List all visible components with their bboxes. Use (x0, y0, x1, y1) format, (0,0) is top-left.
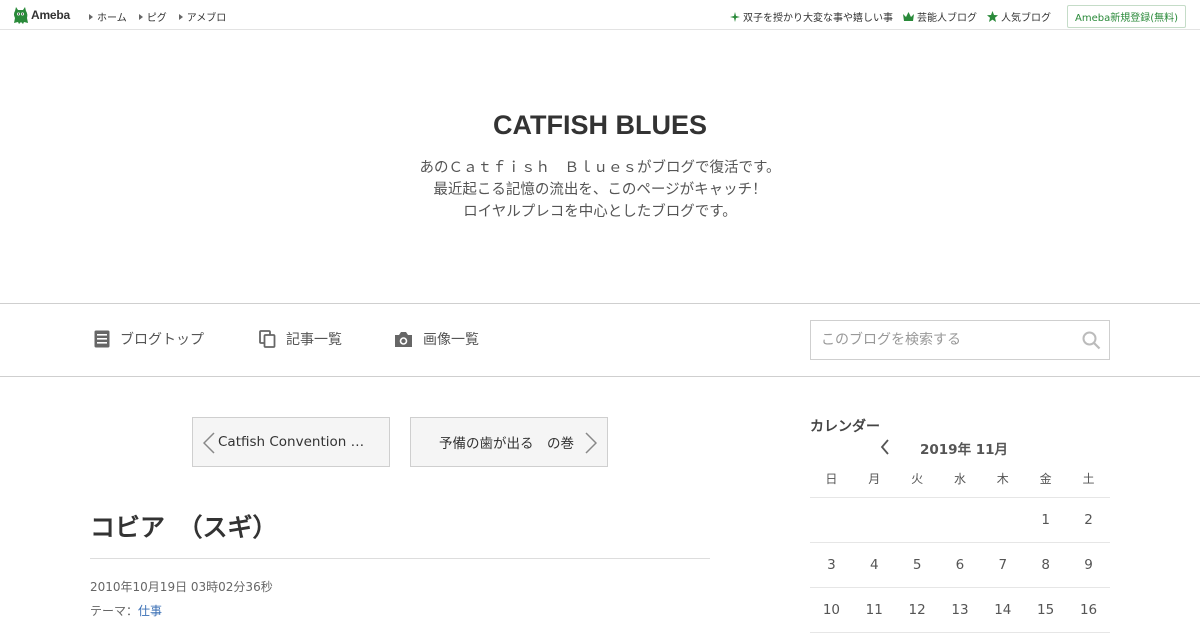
calendar-day: 7 (981, 542, 1025, 588)
calendar-day: 15 (1024, 587, 1068, 633)
blog-search-input[interactable] (811, 321, 1071, 359)
calendar-weekday: 木 (981, 460, 1025, 498)
calendar-day (938, 497, 982, 543)
topnav-trending-label: 双子を授かり大変な事や嬉しい事 (742, 13, 893, 24)
calendar-day: 8 (1024, 542, 1068, 588)
search-icon[interactable] (1082, 331, 1101, 354)
calendar-weekday: 火 (895, 460, 939, 498)
blog-description-line: あのＣａｔｆｉｓｈ Ｂｌｕｅｓがブログで復活です。 (419, 160, 781, 176)
calendar-day: 9 (1067, 542, 1110, 588)
previous-entry-button[interactable]: Catfish Convention 2010 (192, 417, 390, 467)
topnav-home-link[interactable]: ホーム (89, 9, 127, 24)
ameba-mascot-icon (13, 6, 28, 24)
calendar-weekday: 日 (810, 460, 853, 498)
calendar-day: 13 (938, 587, 982, 633)
article-divider (90, 558, 710, 559)
calendar-day: 10 (810, 587, 853, 633)
topnav-celebrity-link[interactable]: 芸能人ブログ (902, 9, 977, 24)
calendar-weekday: 月 (852, 460, 896, 498)
signup-button[interactable]: Ameba新規登録(無料) (1066, 5, 1186, 28)
topnav-ameblo-link[interactable]: アメブロ (178, 9, 227, 24)
crown-icon (902, 12, 914, 21)
topnav-pigg-label: ピグ (146, 13, 167, 24)
article-title[interactable]: コビア （スギ） (90, 508, 278, 544)
calendar-day (895, 497, 939, 543)
caret-right-icon (89, 13, 93, 20)
calendar-day: 1 (1024, 497, 1068, 543)
blog-search-box (810, 320, 1110, 360)
nav-image-list[interactable]: 画像一覧 (394, 329, 479, 349)
next-entry-title: 予備の歯が出る の巻 (439, 436, 574, 452)
nav-entry-list[interactable]: 記事一覧 (259, 329, 342, 349)
topnav-pigg-link[interactable]: ピグ (138, 9, 167, 24)
topnav-celebrity-label: 芸能人ブログ (916, 13, 977, 24)
calendar-table: 日 月 火 水 木 金 土 1 2 3 4 5 6 7 8 9 10 11 12… (810, 460, 1110, 633)
calendar-day: 6 (938, 542, 982, 588)
copy-icon (259, 330, 276, 348)
topnav-trending-link[interactable]: 双子を授かり大変な事や嬉しい事 (729, 9, 893, 24)
calendar-day (981, 497, 1025, 543)
star-icon (986, 11, 998, 22)
blog-description-line: 最近起こる記憶の流出を、このページがキャッチ！ (433, 182, 767, 198)
calendar-day: 11 (852, 587, 896, 633)
chevron-right-icon (585, 432, 598, 458)
caret-right-icon (178, 13, 183, 20)
topnav-ameblo-label: アメブロ (186, 13, 227, 24)
topnav-home-label: ホーム (97, 13, 127, 24)
calendar-day (852, 497, 896, 543)
next-entry-button[interactable]: 予備の歯が出る の巻 (410, 417, 608, 467)
global-header: Ameba ホーム ピグ アメブロ 双子を授かり大変な事や嬉しい事 芸能人ブログ (0, 0, 1200, 30)
calendar-weekday: 水 (938, 460, 982, 498)
calendar-month: 2019年 11月 (920, 442, 1009, 458)
calendar-prev-month-icon[interactable] (880, 439, 890, 459)
article-theme-link[interactable]: 仕事 (138, 604, 162, 618)
camera-icon (395, 331, 412, 347)
topnav-popular-label: 人気ブログ (1000, 13, 1051, 24)
calendar-day (810, 497, 853, 543)
calendar-week-row: 1 2 (810, 497, 1110, 543)
calendar-day: 16 (1067, 587, 1110, 633)
calendar-weekday: 金 (1024, 460, 1068, 498)
chevron-left-icon (202, 432, 215, 458)
calendar-weekday: 土 (1067, 460, 1110, 498)
nav-entry-list-label: 記事一覧 (286, 332, 342, 348)
ameba-logo[interactable]: Ameba (13, 6, 70, 24)
calendar-day: 3 (810, 542, 853, 588)
article-date: 2010年10月19日 03時02分36秒 (90, 580, 273, 594)
article-theme: テーマ：仕事 (90, 602, 162, 619)
blog-title[interactable]: CATFISH BLUES (0, 110, 1200, 141)
nav-blog-top-label: ブログトップ (120, 332, 204, 348)
calendar-day: 2 (1067, 497, 1110, 543)
global-nav-left: ホーム ピグ アメブロ (89, 9, 238, 24)
previous-entry-title: Catfish Convention 2010 (218, 434, 368, 450)
blog-nav-bar: ブログトップ 記事一覧 画像一覧 (0, 303, 1200, 377)
nav-blog-top[interactable]: ブログトップ (94, 329, 204, 349)
caret-right-icon (138, 13, 143, 20)
document-icon (94, 330, 110, 348)
article-theme-label: テーマ： (90, 604, 139, 618)
calendar-weekday-row: 日 月 火 水 木 金 土 (810, 460, 1110, 498)
calendar-day: 12 (895, 587, 939, 633)
nav-image-list-label: 画像一覧 (423, 332, 479, 348)
calendar-week-row: 3 4 5 6 7 8 9 (810, 542, 1110, 588)
calendar-week-row: 10 11 12 13 14 15 16 (810, 587, 1110, 633)
calendar-month-row: 2019年 11月 (810, 437, 1110, 459)
calendar-day: 14 (981, 587, 1025, 633)
global-nav-right: 双子を授かり大変な事や嬉しい事 芸能人ブログ 人気ブログ Ameba新規登録(無… (729, 5, 1186, 28)
blog-description-line: ロイヤルプレコを中心としたブログです。 (463, 204, 737, 220)
calendar-day: 5 (895, 542, 939, 588)
calendar-day: 4 (852, 542, 896, 588)
logo-text: Ameba (31, 8, 71, 22)
topnav-popular-link[interactable]: 人気ブログ (986, 9, 1051, 24)
calendar-heading: カレンダー (810, 419, 880, 435)
sparkle-icon (729, 11, 740, 22)
blog-description: あのＣａｔｆｉｓｈ Ｂｌｕｅｓがブログで復活です。 最近起こる記憶の流出を、この… (0, 157, 1200, 223)
